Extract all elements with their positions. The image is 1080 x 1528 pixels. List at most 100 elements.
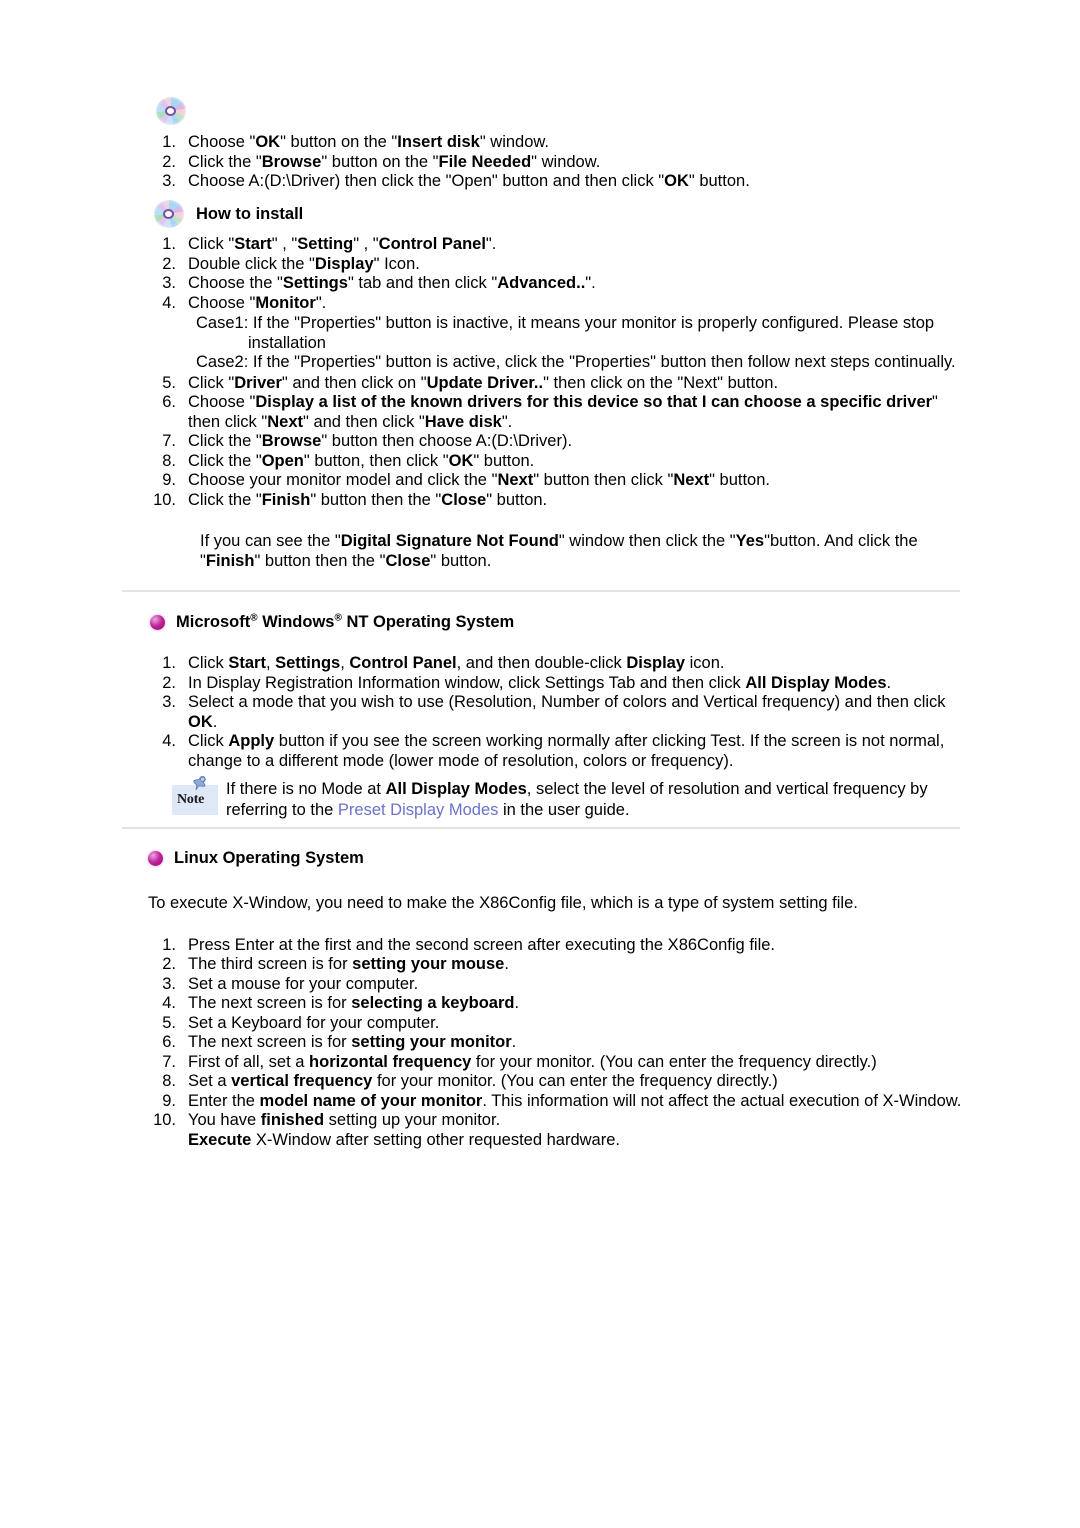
text-run: " window then click the " bbox=[558, 532, 736, 550]
emphasis-text: Next bbox=[267, 412, 303, 431]
text-run: " button. bbox=[430, 551, 492, 570]
text-run: First of all, set a bbox=[188, 1052, 310, 1071]
list-item: 9. Enter the model name of your monitor. … bbox=[144, 1092, 974, 1112]
case-block: Case1: If the "Properties" button is ina… bbox=[122, 314, 972, 353]
text-run: Set a mouse for your computer. bbox=[188, 974, 419, 993]
list-item-number: 3. bbox=[162, 172, 176, 190]
emphasis-text: vertical frequency bbox=[231, 1072, 373, 1090]
list-item-number: 10. bbox=[153, 1111, 176, 1129]
list-item-number: 2. bbox=[162, 955, 176, 973]
list-item: 1. Click Start, Settings, Control Panel, … bbox=[144, 654, 974, 674]
preset-display-modes-link[interactable]: Preset Display Modes bbox=[338, 801, 498, 819]
list-item-number: 1. bbox=[162, 235, 176, 253]
list-item: 4. Choose "Monitor". bbox=[144, 294, 972, 314]
list-item-text: Click the "Open" button, then click "OK"… bbox=[188, 452, 972, 472]
list-item: 8. Set a vertical frequency for your moni… bbox=[144, 1072, 974, 1092]
text-run: If you can see the " bbox=[200, 532, 341, 550]
emphasis-text: finished bbox=[260, 1111, 325, 1129]
emphasis-text: Finish bbox=[261, 490, 311, 509]
case-block: Case2: If the "Properties" button is act… bbox=[122, 353, 972, 373]
list-item: 6. The next screen is for setting your mo… bbox=[144, 1033, 974, 1053]
emphasis-text: Monitor bbox=[255, 293, 316, 312]
list-item-text: Enter the model name of your monitor. Th… bbox=[188, 1092, 974, 1112]
cd-disc-icon bbox=[152, 199, 186, 229]
list-item-number: 6. bbox=[162, 1033, 176, 1051]
linux-heading: Linux Operating System bbox=[174, 849, 364, 867]
list-item: 2. Double click the "Display" Icon. bbox=[144, 255, 972, 275]
list-item-number: 5. bbox=[162, 373, 176, 392]
text-run: " and then click " bbox=[303, 412, 425, 431]
magenta-sphere-icon bbox=[150, 614, 165, 630]
text-run: Click " bbox=[188, 235, 235, 253]
text-run: " tab and then click " bbox=[347, 274, 498, 292]
emphasis-text: Control Panel bbox=[378, 235, 486, 253]
list-item-number: 3. bbox=[162, 274, 176, 292]
case-text: If the "Properties" button is inactive, … bbox=[248, 314, 935, 352]
list-item-number: 5. bbox=[162, 1013, 176, 1032]
text-run: . This information will not affect the a… bbox=[482, 1091, 962, 1110]
text-run: Press Enter at the first and the second … bbox=[188, 935, 775, 954]
linux-intro: To execute X-Window, you need to make th… bbox=[148, 894, 858, 912]
emphasis-text: Next bbox=[673, 471, 710, 489]
list-item-number: 1. bbox=[162, 133, 176, 151]
registered-mark: ® bbox=[334, 612, 342, 624]
text-run: Click the " bbox=[188, 432, 262, 450]
list-item-text: Choose the "Settings" tab and then click… bbox=[188, 274, 972, 294]
emphasis-text: setting your mouse bbox=[352, 955, 505, 973]
text-run: Select a mode that you wish to use (Reso… bbox=[188, 693, 946, 711]
emphasis-text: OK bbox=[664, 172, 689, 190]
list-item-text: Set a vertical frequency for your monito… bbox=[188, 1072, 974, 1092]
list-item-text: Click "Driver" and then click on "Update… bbox=[188, 374, 972, 394]
text-run: The next screen is for bbox=[188, 1033, 352, 1051]
text-run: , bbox=[340, 654, 350, 672]
emphasis-text: Close bbox=[385, 551, 431, 570]
text-run: " , " bbox=[353, 235, 379, 253]
list-item-text: Click Apply button if you see the screen… bbox=[188, 732, 974, 771]
text-run: The next screen is for bbox=[188, 994, 352, 1012]
text-run: " Icon. bbox=[373, 254, 420, 273]
list-item-number: 3. bbox=[162, 693, 176, 711]
text-run: Double click the " bbox=[188, 254, 315, 273]
list-item-text: You have finished setting up your monito… bbox=[188, 1111, 974, 1150]
windows-nt-heading: Microsoft® Windows® NT Operating System bbox=[176, 612, 514, 632]
list-item: 2. In Display Registration Information wi… bbox=[144, 674, 974, 694]
list-item-text: Double click the "Display" Icon. bbox=[188, 255, 972, 275]
heading-text: NT Operating System bbox=[341, 613, 515, 631]
list-item-number: 4. bbox=[162, 293, 176, 312]
insert-disk-steps: 1. Choose "OK" button on the "Insert disk… bbox=[144, 133, 962, 192]
list-item: 1. Press Enter at the first and the secon… bbox=[144, 936, 974, 956]
list-item-number: 2. bbox=[162, 152, 176, 171]
text-run: Click bbox=[188, 654, 229, 672]
emphasis-text: Yes bbox=[735, 532, 765, 550]
list-item-text: Choose A:(D:\Driver) then click the "Ope… bbox=[188, 172, 962, 192]
list-item-number: 9. bbox=[162, 471, 176, 489]
linux-steps: 1. Press Enter at the first and the secon… bbox=[144, 936, 974, 1151]
text-run: Click the " bbox=[188, 490, 262, 509]
how-to-install-steps-1-4: 1. Click "Start" , "Setting" , "Control P… bbox=[144, 235, 972, 313]
emphasis-text: Update Driver.. bbox=[426, 373, 544, 392]
windows-nt-note: Note If there is no Mode at All Display … bbox=[170, 775, 980, 821]
list-item: 3. Choose A:(D:\Driver) then click the "O… bbox=[144, 172, 962, 192]
text-run: Click the " bbox=[188, 152, 262, 171]
text-run: Enter the bbox=[188, 1091, 260, 1110]
text-run: If there is no Mode at bbox=[226, 780, 386, 798]
list-item-text: Press Enter at the first and the second … bbox=[188, 936, 974, 956]
text-run: The third screen is for bbox=[188, 955, 353, 973]
text-run: ". bbox=[501, 412, 513, 431]
emphasis-text: Start bbox=[228, 654, 266, 672]
list-item-text: The next screen is for selecting a keybo… bbox=[188, 994, 974, 1014]
list-item-text: Click "Start" , "Setting" , "Control Pan… bbox=[188, 235, 972, 255]
list-item: 3. Set a mouse for your computer. bbox=[144, 975, 974, 995]
list-item-number: 8. bbox=[162, 451, 176, 470]
text-run: " button then the " bbox=[310, 490, 442, 509]
text-run: setting up your monitor. bbox=[324, 1111, 501, 1129]
text-run: , and then double-click bbox=[456, 654, 627, 672]
text-run: Set a Keyboard for your computer. bbox=[188, 1013, 440, 1032]
text-run: " window. bbox=[479, 133, 549, 151]
text-run: . bbox=[514, 994, 520, 1012]
text-run: " , " bbox=[271, 235, 298, 253]
section-divider-2 bbox=[122, 827, 960, 829]
section-windows-nt: Microsoft® Windows® NT Operating System … bbox=[122, 612, 982, 821]
emphasis-text: model name of your monitor bbox=[259, 1091, 483, 1110]
list-item: 2. The third screen is for setting your m… bbox=[144, 955, 974, 975]
